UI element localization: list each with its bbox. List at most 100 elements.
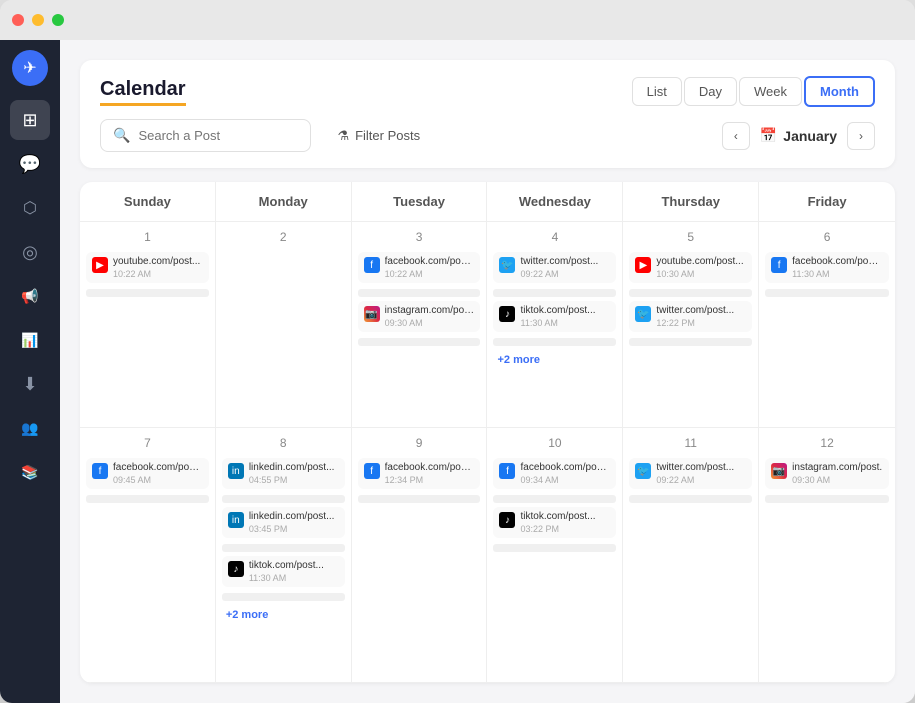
post-time: 10:22 AM	[385, 269, 475, 279]
sidebar-item-library[interactable]: 📚	[10, 452, 50, 492]
post-item[interactable]: 🐦 twitter.com/post... 09:22 AM	[629, 458, 752, 489]
spacer	[493, 338, 616, 346]
post-url: twitter.com/post...	[656, 462, 746, 473]
post-item[interactable]: ♪ tiktok.com/post... 11:30 AM	[493, 301, 616, 332]
sidebar-item-megaphone[interactable]: 📢	[10, 276, 50, 316]
post-item[interactable]: f facebook.com/post... 10:22 AM	[358, 252, 481, 283]
post-time: 09:45 AM	[113, 475, 203, 485]
post-url: facebook.com/post...	[113, 462, 203, 473]
spacer	[493, 289, 616, 297]
tiktok-icon: ♪	[499, 306, 515, 322]
sidebar-item-target[interactable]: ◎	[10, 232, 50, 272]
post-time: 09:22 AM	[656, 475, 746, 485]
twitter-icon: 🐦	[635, 463, 651, 479]
post-time: 09:30 AM	[792, 475, 883, 485]
post-url: twitter.com/post...	[520, 256, 610, 267]
post-item[interactable]: 📷 instagram.com/post. 09:30 AM	[765, 458, 889, 489]
post-item[interactable]: 📷 instagram.com/post. 09:30 AM	[358, 301, 481, 332]
view-btn-list[interactable]: List	[632, 77, 682, 106]
facebook-icon: f	[364, 257, 380, 273]
calendar-day-10: 10 f facebook.com/post... 09:34 AM ♪	[487, 428, 623, 683]
header-monday: Monday	[216, 182, 352, 221]
view-btn-month[interactable]: Month	[804, 76, 875, 107]
calendar-body: 1 ▶ youtube.com/post... 10:22 AM 2	[80, 222, 895, 683]
analytics-icon: 📊	[21, 332, 38, 349]
logo-icon: ✈	[23, 58, 36, 78]
month-nav: ‹ 📅 January ›	[722, 122, 875, 150]
post-time: 12:34 PM	[385, 475, 475, 485]
post-time: 10:22 AM	[113, 269, 203, 279]
instagram-icon: 📷	[364, 306, 380, 322]
linkedin-icon: in	[228, 512, 244, 528]
post-time: 12:22 PM	[656, 318, 746, 328]
calendar-day-2: 2	[216, 222, 352, 428]
header-friday: Friday	[759, 182, 895, 221]
post-content: instagram.com/post. 09:30 AM	[385, 305, 475, 328]
post-item[interactable]: 🐦 twitter.com/post... 09:22 AM	[493, 252, 616, 283]
post-item[interactable]: 🐦 twitter.com/post... 12:22 PM	[629, 301, 752, 332]
post-item[interactable]: f facebook.com/post... 12:34 PM	[358, 458, 481, 489]
twitter-icon: 🐦	[499, 257, 515, 273]
post-item[interactable]: ♪ tiktok.com/post... 11:30 AM	[222, 556, 345, 587]
view-buttons: List Day Week Month	[632, 76, 875, 107]
calendar-day-8: 8 in linkedin.com/post... 04:55 PM in	[216, 428, 352, 683]
post-content: twitter.com/post... 09:22 AM	[520, 256, 610, 279]
post-item[interactable]: ♪ tiktok.com/post... 03:22 PM	[493, 507, 616, 538]
search-icon: 🔍	[113, 127, 130, 144]
header: Calendar List Day Week Month 🔍	[80, 60, 895, 168]
post-item[interactable]: f facebook.com/post... 09:45 AM	[86, 458, 209, 489]
calendar-header: Sunday Monday Tuesday Wednesday Thursday…	[80, 182, 895, 222]
post-content: facebook.com/post... 12:34 PM	[385, 462, 475, 485]
app-window: ✈ ⊞ 💬 ⬡ ◎ 📢 📊 ⬇ 👥	[0, 0, 915, 703]
post-content: youtube.com/post... 10:30 AM	[656, 256, 746, 279]
post-item[interactable]: f facebook.com/post... 09:34 AM	[493, 458, 616, 489]
day-number-12: 12	[765, 436, 889, 450]
post-content: facebook.com/post... 10:22 AM	[385, 256, 475, 279]
close-button[interactable]	[12, 14, 24, 26]
day-number-5: 5	[629, 230, 752, 244]
day-number-1: 1	[86, 230, 209, 244]
sidebar-item-users[interactable]: 👥	[10, 408, 50, 448]
target-icon: ◎	[22, 242, 38, 263]
sidebar-item-dashboard[interactable]: ⊞	[10, 100, 50, 140]
post-item[interactable]: in linkedin.com/post... 03:45 PM	[222, 507, 345, 538]
megaphone-icon: 📢	[21, 288, 38, 305]
minimize-button[interactable]	[32, 14, 44, 26]
search-box[interactable]: 🔍	[100, 119, 311, 152]
post-content: youtube.com/post... 10:22 AM	[113, 256, 203, 279]
post-url: twitter.com/post...	[656, 305, 746, 316]
twitter-icon: 🐦	[635, 306, 651, 322]
filter-button[interactable]: ⚗ Filter Posts	[327, 121, 430, 151]
filter-label: Filter Posts	[355, 128, 420, 143]
main-content: Calendar List Day Week Month 🔍	[60, 40, 915, 703]
maximize-button[interactable]	[52, 14, 64, 26]
post-item[interactable]: ▶ youtube.com/post... 10:22 AM	[86, 252, 209, 283]
post-item[interactable]: ▶ youtube.com/post... 10:30 AM	[629, 252, 752, 283]
spacer	[358, 289, 481, 297]
more-posts-link[interactable]: +2 more	[493, 352, 616, 368]
day-number-2: 2	[222, 230, 345, 244]
header-bottom: 🔍 ⚗ Filter Posts ‹ 📅 January	[100, 119, 875, 152]
day-number-9: 9	[358, 436, 481, 450]
day-number-11: 11	[629, 436, 752, 450]
sidebar-item-network[interactable]: ⬡	[10, 188, 50, 228]
prev-month-button[interactable]: ‹	[722, 122, 750, 150]
more-posts-link[interactable]: +2 more	[222, 607, 345, 623]
search-input[interactable]	[138, 128, 298, 143]
view-btn-week[interactable]: Week	[739, 77, 802, 106]
post-item[interactable]: f facebook.com/post... 11:30 AM	[765, 252, 889, 283]
post-item[interactable]: in linkedin.com/post... 04:55 PM	[222, 458, 345, 489]
day-number-3: 3	[358, 230, 481, 244]
post-time: 11:30 AM	[249, 573, 339, 583]
sidebar-item-messages[interactable]: 💬	[10, 144, 50, 184]
logo[interactable]: ✈	[12, 50, 48, 86]
post-url: tiktok.com/post...	[520, 305, 610, 316]
day-number-10: 10	[493, 436, 616, 450]
sidebar-item-analytics[interactable]: 📊	[10, 320, 50, 360]
calendar-day-4: 4 🐦 twitter.com/post... 09:22 AM ♪	[487, 222, 623, 428]
view-btn-day[interactable]: Day	[684, 77, 737, 106]
next-month-button[interactable]: ›	[847, 122, 875, 150]
spacer	[765, 495, 889, 503]
sidebar-item-download[interactable]: ⬇	[10, 364, 50, 404]
facebook-icon: f	[92, 463, 108, 479]
